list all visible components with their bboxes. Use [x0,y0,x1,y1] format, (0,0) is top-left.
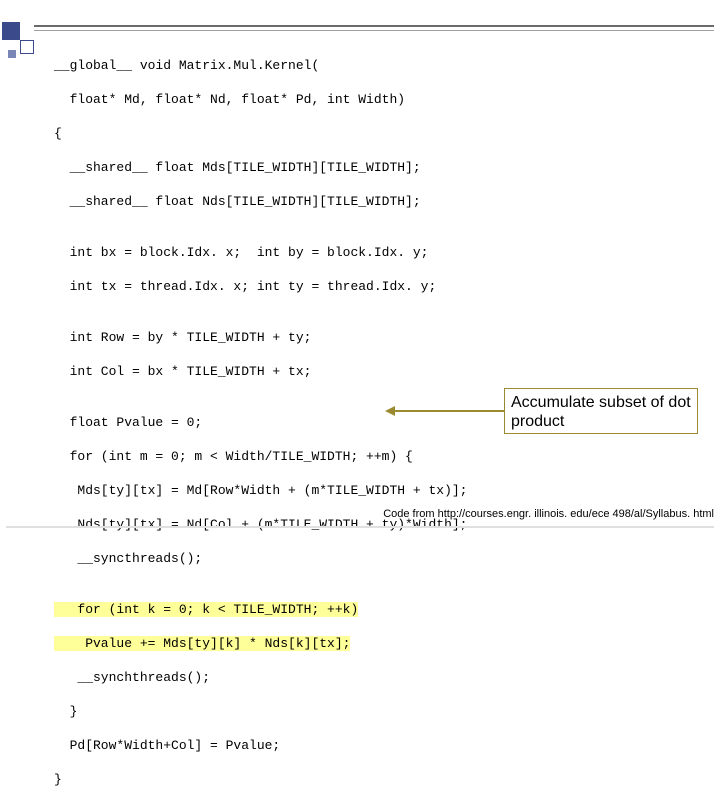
code-line: int Col = bx * TILE_WIDTH + tx; [54,363,478,380]
code-line: int Row = by * TILE_WIDTH + ty; [54,329,478,346]
code-line: float Pvalue = 0; [54,414,478,431]
annotation-text: Accumulate subset of dot product [511,394,691,430]
code-line: int bx = block.Idx. x; int by = block.Id… [54,244,478,261]
annotation-callout: Accumulate subset of dot product [504,388,698,434]
code-line-highlight: for (int k = 0; k < TILE_WIDTH; ++k) [54,601,478,618]
code-line: } [54,771,478,788]
code-block: __global__ void Matrix.Mul.Kernel( float… [54,40,478,805]
code-line: Pd[Row*Width+Col] = Pvalue; [54,737,478,754]
code-line: __shared__ float Nds[TILE_WIDTH][TILE_WI… [54,193,478,210]
code-line: __synchthreads(); [54,669,478,686]
footer-text: Code from http://courses.engr. illinois.… [383,508,714,520]
decor-squares [2,22,44,56]
code-line: __shared__ float Mds[TILE_WIDTH][TILE_WI… [54,159,478,176]
code-line: __global__ void Matrix.Mul.Kernel( [54,57,478,74]
code-line: __syncthreads(); [54,550,478,567]
code-line: { [54,125,478,142]
code-line: } [54,703,478,720]
footer-credit: Code from http://courses.engr. illinois.… [383,508,714,520]
code-line: float* Md, float* Nd, float* Pd, int Wid… [54,91,478,108]
code-line-highlight: Pvalue += Mds[ty][k] * Nds[k][tx]; [54,635,478,652]
bottom-rule [6,526,714,528]
annotation-arrow [392,410,504,412]
code-line: Mds[ty][tx] = Md[Row*Width + (m*TILE_WID… [54,482,478,499]
code-line: int tx = thread.Idx. x; int ty = thread.… [54,278,478,295]
top-rule-thick [34,25,714,27]
code-line: for (int m = 0; m < Width/TILE_WIDTH; ++… [54,448,478,465]
top-rule-thin [34,30,714,31]
